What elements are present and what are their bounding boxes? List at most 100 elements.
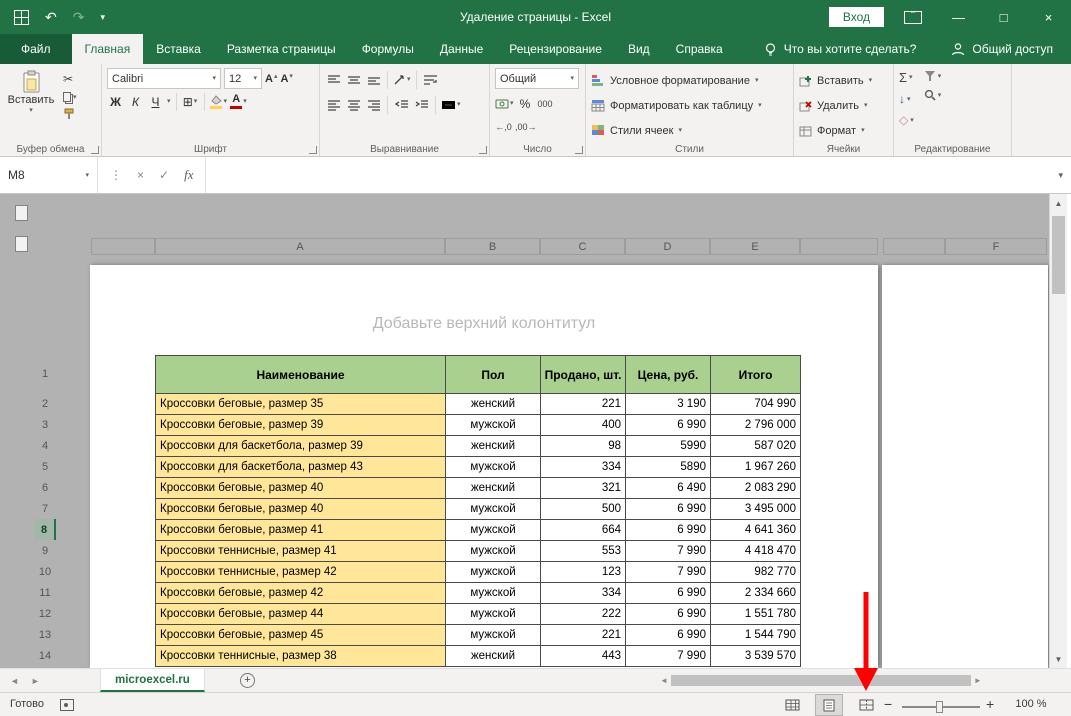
format-painter-button[interactable] (63, 108, 77, 120)
column-header-c[interactable]: C (540, 238, 625, 255)
table-cell[interactable]: мужской (446, 520, 541, 541)
zoom-level-label[interactable]: 100 % (1002, 698, 1060, 710)
table-cell[interactable]: 3 495 000 (711, 499, 801, 520)
borders-button[interactable]: ⊞▾ (182, 92, 199, 111)
macro-record-icon[interactable] (60, 699, 74, 711)
bold-button[interactable]: Ж (107, 92, 124, 111)
table-cell[interactable]: женский (446, 436, 541, 457)
table-cell[interactable]: 1 551 780 (711, 604, 801, 625)
italic-button[interactable]: К (127, 92, 144, 111)
tab-формулы[interactable]: Формулы (349, 34, 427, 64)
formula-input[interactable] (205, 157, 1045, 193)
sort-filter-button[interactable]: ▾ (924, 70, 942, 82)
ribbon-display-options-icon[interactable]: ⌃ (904, 11, 922, 24)
table-cell[interactable]: Кроссовки беговые, размер 40 (156, 499, 446, 520)
row-header-14[interactable]: 14 (34, 645, 56, 666)
table-cell[interactable]: мужской (446, 562, 541, 583)
percent-style-button[interactable]: % (517, 94, 534, 113)
find-select-button[interactable]: ▾ (924, 89, 942, 101)
row-header-9[interactable]: 9 (34, 540, 56, 561)
enter-entry-icon[interactable]: ✓ (159, 168, 169, 182)
excel-app-icon[interactable] (14, 10, 29, 25)
row-header-8[interactable]: 8 (34, 519, 56, 540)
column-header-d[interactable]: D (625, 238, 710, 255)
page-layout-view-button[interactable] (816, 695, 842, 715)
cut-button[interactable]: ✂ (63, 72, 77, 86)
table-cell[interactable]: 500 (541, 499, 626, 520)
font-name-combo[interactable]: Calibri ▾ (107, 68, 221, 89)
align-right-button[interactable] (365, 95, 382, 114)
table-cell[interactable]: 6 990 (626, 499, 711, 520)
tab-file[interactable]: Файл (0, 34, 72, 64)
normal-view-button[interactable] (779, 695, 805, 715)
horizontal-scroll-thumb[interactable] (671, 675, 971, 686)
table-cell[interactable]: 222 (541, 604, 626, 625)
scroll-right-icon[interactable]: ► (974, 676, 982, 685)
table-cell[interactable]: мужской (446, 604, 541, 625)
column-header-e[interactable]: E (710, 238, 800, 255)
table-cell[interactable]: 2 083 290 (711, 478, 801, 499)
tab-вид[interactable]: Вид (615, 34, 663, 64)
number-format-combo[interactable]: Общий ▾ (495, 68, 579, 89)
table-cell[interactable]: Кроссовки для баскетбола, размер 43 (156, 457, 446, 478)
table-cell[interactable]: Кроссовки беговые, размер 44 (156, 604, 446, 625)
paste-button[interactable]: Вставить ▾ (5, 68, 57, 120)
delete-cells-button[interactable]: Удалить ▾ (799, 93, 888, 118)
table-cell[interactable]: Кроссовки беговые, размер 39 (156, 415, 446, 436)
scroll-left-icon[interactable]: ◄ (660, 676, 668, 685)
table-cell[interactable]: Кроссовки теннисные, размер 42 (156, 562, 446, 583)
table-cell[interactable]: 3 190 (626, 394, 711, 415)
font-color-button[interactable]: А▾ (230, 92, 247, 111)
row-header-3[interactable]: 3 (34, 414, 56, 435)
table-cell[interactable]: женский (446, 478, 541, 499)
table-cell[interactable]: Кроссовки беговые, размер 40 (156, 478, 446, 499)
column-header-a[interactable]: A (155, 238, 445, 255)
accounting-format-button[interactable]: ▾ (495, 94, 514, 113)
table-cell[interactable]: женский (446, 646, 541, 667)
table-cell[interactable]: 6 990 (626, 415, 711, 436)
maximize-button[interactable]: □ (981, 0, 1026, 34)
table-cell[interactable]: 2 796 000 (711, 415, 801, 436)
table-cell[interactable]: 321 (541, 478, 626, 499)
redo-icon[interactable]: ↷ (73, 10, 85, 24)
row-header-11[interactable]: 11 (34, 582, 56, 603)
table-cell[interactable]: 443 (541, 646, 626, 667)
table-cell[interactable]: мужской (446, 625, 541, 646)
new-sheet-button[interactable]: + (240, 673, 255, 688)
table-cell[interactable]: 2 334 660 (711, 583, 801, 604)
table-cell[interactable]: 221 (541, 394, 626, 415)
insert-function-button[interactable]: fx (184, 167, 193, 183)
wrap-text-button[interactable] (422, 70, 439, 89)
table-cell[interactable]: 7 990 (626, 541, 711, 562)
cancel-entry-icon[interactable]: × (137, 168, 144, 182)
table-cell[interactable]: 7 990 (626, 562, 711, 583)
orientation-button[interactable]: ▾ (393, 70, 411, 89)
row-header-6[interactable]: 6 (34, 477, 56, 498)
table-cell[interactable]: мужской (446, 457, 541, 478)
sheet-tab-active[interactable]: microexcel.ru (100, 669, 205, 692)
alignment-dialog-launcher-icon[interactable] (479, 146, 487, 154)
table-cell[interactable]: 553 (541, 541, 626, 562)
table-cell[interactable]: 3 539 570 (711, 646, 801, 667)
scroll-down-icon[interactable]: ▼ (1050, 655, 1067, 664)
tab-главная[interactable]: Главная (72, 34, 144, 64)
fill-color-button[interactable]: ▾ (210, 92, 228, 111)
table-cell[interactable]: 98 (541, 436, 626, 457)
minimize-button[interactable]: — (936, 0, 981, 34)
cell-styles-button[interactable]: Стили ячеек ▾ (591, 118, 788, 143)
row-header-7[interactable]: 7 (34, 498, 56, 519)
table-cell[interactable]: мужской (446, 541, 541, 562)
clear-button[interactable]: ◇▾ (899, 113, 914, 127)
row-header-2[interactable]: 2 (34, 393, 56, 414)
row-header-10[interactable]: 10 (34, 561, 56, 582)
row-header-12[interactable]: 12 (34, 603, 56, 624)
vertical-scrollbar[interactable]: ▲ ▼ (1049, 194, 1067, 668)
decrease-decimal-button[interactable]: ,00→ (515, 117, 537, 136)
table-cell[interactable]: 6 990 (626, 604, 711, 625)
underline-button[interactable]: Ч (147, 92, 164, 111)
font-dialog-launcher-icon[interactable] (309, 146, 317, 154)
table-cell[interactable]: Кроссовки беговые, размер 41 (156, 520, 446, 541)
sign-in-button[interactable]: Вход (829, 7, 884, 27)
autosum-button[interactable]: Σ▾ (899, 70, 914, 85)
share-button[interactable]: Общий доступ (951, 34, 1071, 64)
